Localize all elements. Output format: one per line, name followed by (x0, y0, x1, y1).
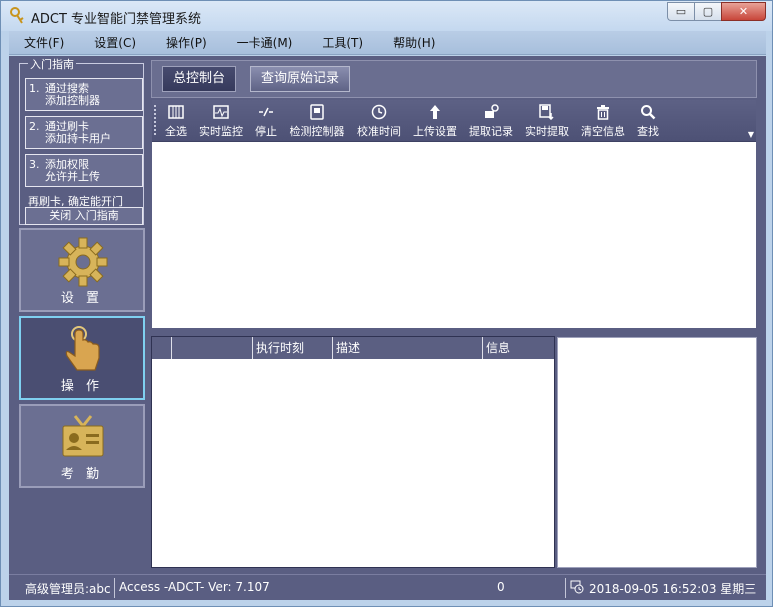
select-all-button[interactable]: 全选 (162, 103, 190, 139)
menu-onecard[interactable]: 一卡通(M) (222, 31, 308, 55)
column-header-description[interactable]: 描述 (333, 337, 483, 359)
guide-step-add-permission[interactable]: 3. 添加权限 允许并上传 (25, 154, 143, 187)
select-all-icon (168, 105, 184, 119)
tab-query-raw-records[interactable]: 查询原始记录 (250, 66, 351, 92)
monitor-icon (213, 105, 229, 119)
status-version: Access -ADCT- Ver: 7.107 (119, 580, 270, 594)
clear-info-button[interactable]: 清空信息 (578, 103, 628, 139)
clock-icon (371, 104, 387, 120)
realtime-monitor-button[interactable]: 实时监控 (196, 103, 246, 139)
realtime-extract-label: 实时提取 (525, 125, 569, 138)
upload-icon (430, 105, 440, 119)
gear-icon (58, 237, 108, 287)
calibrate-time-button[interactable]: 校准时间 (354, 103, 404, 139)
column-header-index[interactable] (152, 337, 172, 359)
toolbar: 全选 实时监控 停止 检测控制器 校准时间 上传设置 提取记录 实时提取 清空信… (152, 100, 756, 142)
menu-help[interactable]: 帮助(H) (378, 31, 450, 55)
status-clock-icon (570, 580, 584, 594)
maximize-icon: ▢ (702, 5, 714, 18)
close-icon: ✕ (738, 5, 749, 18)
status-datetime: 2018-09-05 16:52:03 星期三 (589, 582, 757, 596)
menu-file[interactable]: 文件(F) (9, 31, 79, 55)
nav-attendance-label: 考 勤 (60, 467, 104, 482)
column-header-exec-time[interactable]: 执行时刻 (253, 337, 333, 359)
minimize-icon: ▭ (675, 5, 687, 18)
tab-main-console[interactable]: 总控制台 (162, 66, 237, 92)
guide-step-line2: 允许并上传 (45, 170, 100, 183)
select-all-label: 全选 (165, 125, 187, 138)
realtime-monitor-label: 实时监控 (199, 125, 243, 138)
tab-strip: 总控制台 查询原始记录 (151, 60, 757, 98)
controller-list[interactable] (152, 142, 756, 328)
guide-step-number: 3. (29, 158, 40, 171)
realtime-extract-button[interactable]: 实时提取 (522, 103, 572, 139)
stop-button[interactable]: 停止 (252, 103, 280, 139)
extract-records-button[interactable]: 提取记录 (466, 103, 516, 139)
status-bar: 高级管理员:abc Access -ADCT- Ver: 7.107 0 201… (9, 574, 766, 600)
controller-check-icon (310, 104, 324, 120)
extract-records-label: 提取记录 (469, 125, 513, 138)
guide-step-number: 1. (29, 82, 40, 95)
key-app-icon (10, 7, 24, 24)
maximize-button[interactable]: ▢ (694, 2, 721, 21)
title-bar[interactable]: ADCT 专业智能门禁管理系统 ▭ ▢ ✕ (1, 1, 772, 31)
search-label: 查找 (637, 125, 659, 138)
guide-step-line2: 添加控制器 (45, 94, 100, 107)
search-icon (641, 105, 656, 120)
realtime-extract-icon (539, 104, 554, 120)
nav-operation-button[interactable]: 操 作 (19, 316, 145, 400)
trash-icon (597, 105, 609, 120)
status-separator (114, 578, 115, 598)
guide-step-search-controller[interactable]: 1. 通过搜索 添加控制器 (25, 78, 143, 111)
nav-operation-label: 操 作 (60, 379, 104, 394)
getting-started-guide: 入门指南 1. 通过搜索 添加控制器 2. 通过刷卡 添加持卡用户 3. 添加权… (19, 56, 144, 225)
close-guide-button[interactable]: 关闭 入门指南 (25, 207, 143, 225)
id-badge-icon (62, 415, 104, 457)
calibrate-time-label: 校准时间 (357, 125, 401, 138)
minimize-button[interactable]: ▭ (667, 2, 694, 21)
extract-icon (485, 104, 499, 118)
guide-title: 入门指南 (28, 56, 76, 72)
guide-step-add-cardholder[interactable]: 2. 通过刷卡 添加持卡用户 (25, 116, 143, 149)
hand-pointer-icon (65, 326, 100, 371)
menu-operation[interactable]: 操作(P) (151, 31, 222, 55)
menu-bar: 文件(F) 设置(C) 操作(P) 一卡通(M) 工具(T) 帮助(H) (9, 31, 766, 55)
close-button[interactable]: ✕ (721, 2, 766, 21)
toolbar-overflow-icon[interactable]: ▼ (748, 130, 754, 139)
column-header-blank[interactable] (172, 337, 253, 359)
toolbar-grip[interactable] (154, 105, 157, 135)
status-count: 0 (497, 580, 505, 594)
check-controller-button[interactable]: 检测控制器 (286, 103, 348, 139)
search-button[interactable]: 查找 (634, 103, 662, 139)
column-header-info[interactable]: 信息 (483, 337, 553, 359)
upload-settings-label: 上传设置 (413, 125, 457, 138)
client-area: 入门指南 1. 通过搜索 添加控制器 2. 通过刷卡 添加持卡用户 3. 添加权… (9, 56, 766, 600)
info-panel[interactable] (557, 337, 757, 568)
app-window: ADCT 专业智能门禁管理系统 ▭ ▢ ✕ 文件(F) 设置(C) 操作(P) … (0, 0, 773, 607)
status-separator (565, 578, 566, 598)
menu-tools[interactable]: 工具(T) (307, 31, 378, 55)
nav-settings-label: 设 置 (60, 291, 104, 306)
upload-settings-button[interactable]: 上传设置 (410, 103, 460, 139)
clear-info-label: 清空信息 (581, 125, 625, 138)
status-user: 高级管理员:abc (25, 582, 111, 596)
stop-label: 停止 (255, 125, 277, 138)
menu-settings[interactable]: 设置(C) (79, 31, 151, 55)
guide-step-line2: 添加持卡用户 (45, 132, 111, 145)
stop-icon (259, 107, 273, 117)
nav-attendance-button[interactable]: 考 勤 (19, 404, 145, 488)
event-log-header: 执行时刻 描述 信息 (152, 337, 554, 359)
guide-step-number: 2. (29, 120, 40, 133)
check-controller-label: 检测控制器 (289, 125, 345, 138)
event-log-table[interactable]: 执行时刻 描述 信息 (151, 336, 555, 568)
window-title: ADCT 专业智能门禁管理系统 (31, 12, 202, 27)
nav-settings-button[interactable]: 设 置 (19, 228, 145, 312)
